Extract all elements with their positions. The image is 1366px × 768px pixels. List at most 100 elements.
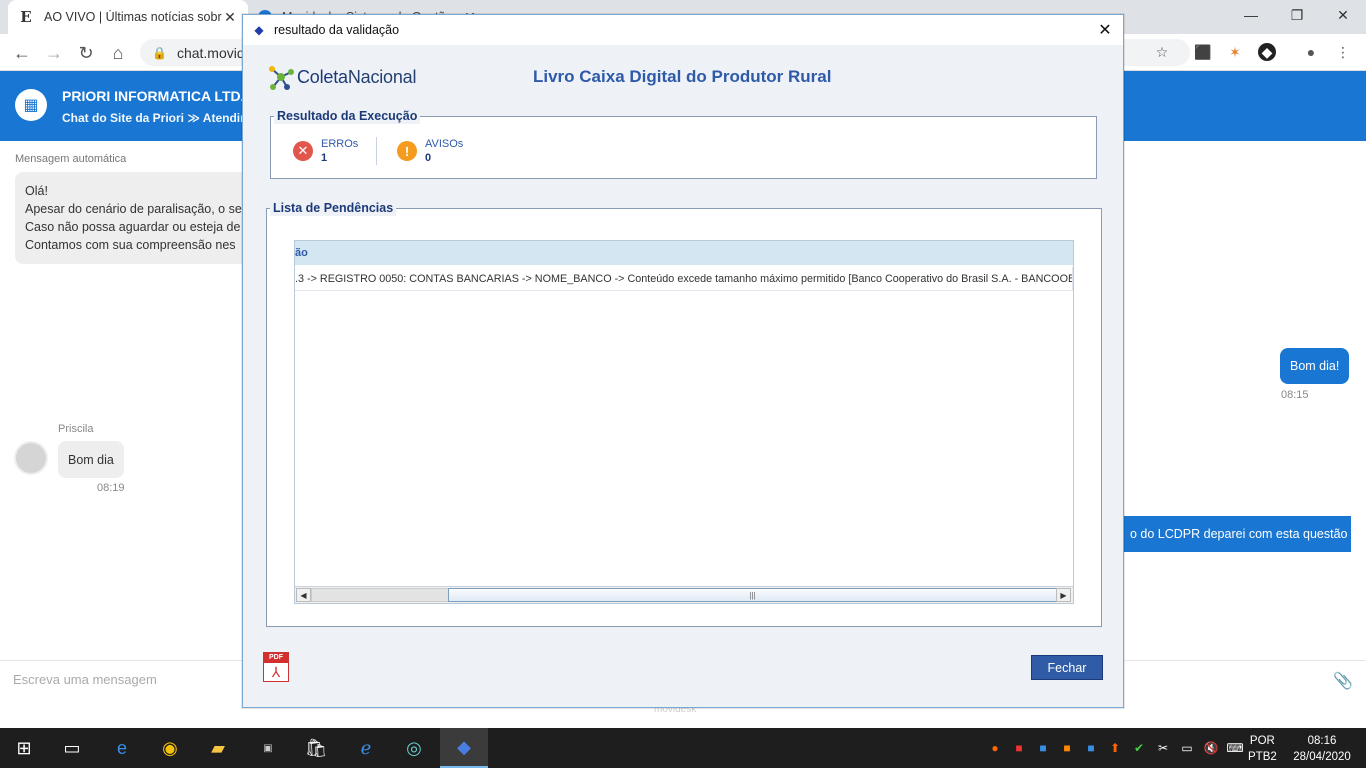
message-time: 08:15 [1281, 389, 1309, 401]
receita-diamond-icon: ◆ [254, 23, 264, 37]
close-icon[interactable]: ✕ [1095, 20, 1115, 40]
layout-code: PTB2 [1248, 751, 1277, 763]
bot-line: Apesar do cenário de paralisação, o se [25, 202, 242, 216]
company-name: PRIORI INFORMATICA LTDA [62, 88, 251, 104]
acrobat-symbol-icon: ⅄ [271, 664, 281, 680]
bookmark-star-icon[interactable]: ☆ [1153, 43, 1171, 61]
close-window-icon[interactable]: ✕ [1320, 0, 1366, 30]
attach-icon[interactable]: 📎 [1333, 671, 1353, 691]
input-language[interactable]: POR PTB2 [1248, 733, 1277, 765]
pdf-label: PDF [264, 653, 288, 663]
windows-taskbar: ⊞ ▭ e ◉ ▰ ▣ 🛍 ℯ ◎ ◆ ● ■ ■ ■ ■ ⬆ ✔ ✂ ▭ 🔇 … [0, 728, 1366, 768]
lock-icon: 🔒 [152, 45, 167, 60]
tray-app-icon[interactable]: ■ [1058, 739, 1076, 757]
lang-code: POR [1249, 735, 1275, 747]
profile-icon[interactable]: ● [1302, 43, 1320, 61]
window-controls: — ❐ ✕ [1228, 0, 1366, 34]
table-header[interactable]: ão [295, 241, 1073, 265]
agent-message-bubble: Bom dia [58, 441, 124, 478]
estadao-favicon-icon: E [20, 8, 32, 26]
menu-icon[interactable]: ⋮ [1334, 43, 1352, 61]
tab-noticias[interactable]: E AO VIVO | Últimas notícias sobre ✕ [8, 0, 248, 34]
tray-app-icon[interactable]: ■ [1010, 739, 1028, 757]
breadcrumb[interactable]: Chat do Site da Priori ≫ Atendim [62, 111, 251, 125]
security-icon[interactable]: ✔ [1130, 739, 1148, 757]
dialog-title: resultado da validação [274, 23, 400, 37]
divider [376, 137, 377, 165]
errors-label: ERROs [321, 138, 359, 150]
validation-result-dialog: ◆ resultado da validação ✕ ColetaNaciona… [242, 14, 1124, 708]
app-title: Livro Caixa Digital do Produtor Rural [533, 67, 832, 86]
execution-result-fieldset: Resultado da Execução ✕ ERROs 1 ! AVISOs… [270, 108, 1097, 179]
user-message-bubble: Bom dia! [1280, 348, 1350, 384]
pending-list-fieldset: Lista de Pendências ão .3 -> REGISTRO 00… [266, 200, 1102, 627]
acrobat-extension-icon[interactable]: ⬛ [1194, 43, 1212, 61]
scroll-thumb[interactable]: ||| [448, 588, 1057, 602]
bot-line: Caso não possa aguardar ou esteja de [25, 220, 241, 234]
avatar [14, 441, 48, 475]
scroll-right-icon[interactable]: ▶ [1056, 588, 1071, 602]
fieldset-legend: Lista de Pendências [270, 200, 397, 216]
chrome-icon[interactable]: ◉ [146, 728, 194, 768]
bot-line: Olá! [25, 184, 48, 198]
pdf-export-icon[interactable]: PDF ⅄ [263, 652, 289, 682]
table-row[interactable]: .3 -> REGISTRO 0050: CONTAS BANCARIAS ->… [295, 267, 1073, 291]
fieldset-legend: Resultado da Execução [274, 108, 421, 124]
errors-summary: ✕ ERROs 1 [293, 137, 358, 165]
sistema-app-icon[interactable]: ▣ [244, 728, 292, 768]
close-tab-icon[interactable]: ✕ [222, 9, 238, 26]
system-clock[interactable]: 08:16 28/04/2020 [1290, 733, 1354, 765]
edge-icon[interactable]: e [98, 728, 146, 768]
clock-time: 08:16 [1307, 735, 1337, 747]
extension-dark-icon[interactable]: ◆ [1258, 43, 1276, 61]
warnings-label: AVISOs [425, 138, 464, 150]
internet-explorer-icon[interactable]: ℯ [342, 728, 390, 768]
scroll-left-icon[interactable]: ◀ [296, 588, 311, 602]
auto-message-label: Mensagem automática [15, 153, 127, 165]
home-icon[interactable]: ⌂ [107, 42, 129, 64]
close-button[interactable]: Fechar [1031, 655, 1103, 680]
file-explorer-icon[interactable]: ▰ [194, 728, 242, 768]
error-icon: ✕ [293, 141, 313, 161]
message-input[interactable]: Escreva uma mensagem [13, 672, 157, 687]
scroll-track[interactable] [311, 588, 449, 602]
task-view-icon[interactable]: ▭ [48, 728, 96, 768]
upload-icon[interactable]: ⬆ [1106, 739, 1124, 757]
back-icon[interactable]: ← [11, 42, 33, 64]
forward-icon[interactable]: → [43, 42, 65, 64]
warning-icon: ! [397, 141, 417, 161]
volume-muted-icon[interactable]: 🔇 [1202, 739, 1220, 757]
extension-icon[interactable]: ✶ [1226, 43, 1244, 61]
warnings-count: 0 [425, 152, 432, 164]
store-icon[interactable]: 🛍 [292, 728, 340, 768]
bot-line: Contamos com sua compreensão nes [25, 238, 236, 252]
restore-icon[interactable]: ❐ [1274, 0, 1320, 30]
logo-text-a: Coleta [297, 66, 348, 87]
horizontal-scrollbar[interactable]: ◀ ||| ▶ [295, 586, 1073, 603]
bot-message-bubble: Olá! Apesar do cenário de paralisação, o… [15, 172, 255, 264]
keyboard-icon[interactable]: ⌨ [1226, 739, 1244, 757]
logo-text-b: Nacional [347, 66, 417, 87]
pending-table[interactable]: ão .3 -> REGISTRO 0050: CONTAS BANCARIAS… [294, 240, 1074, 604]
tray-app-icon[interactable]: ■ [1034, 739, 1052, 757]
warnings-summary: ! AVISOs 0 [397, 137, 463, 165]
user-message-bubble: o do LCDPR deparei com esta questão [1110, 516, 1351, 552]
reload-icon[interactable]: ↻ [75, 42, 97, 64]
tab-title: AO VIVO | Últimas notícias sobre [44, 10, 222, 24]
url-text: chat.movid [176, 44, 245, 61]
agent-name: Priscila [58, 423, 94, 435]
logo-text: ColetaNacional [297, 67, 416, 88]
receita-app-icon[interactable]: ◆ [440, 728, 488, 768]
coleta-nacional-logo: ColetaNacional [267, 63, 416, 91]
app-icon[interactable]: ◎ [390, 728, 438, 768]
minimize-icon[interactable]: — [1228, 0, 1274, 30]
errors-count: 1 [321, 152, 328, 164]
company-building-icon: ▦ [15, 89, 47, 121]
tray-app-icon[interactable]: ● [986, 739, 1004, 757]
network-icon[interactable]: ▭ [1178, 739, 1196, 757]
dialog-titlebar: ◆ resultado da validação ✕ [243, 15, 1123, 45]
tray-app-icon[interactable]: ■ [1082, 739, 1100, 757]
clock-date: 28/04/2020 [1293, 751, 1351, 763]
windows-start-icon[interactable]: ⊞ [0, 728, 48, 768]
network-tool-icon[interactable]: ✂ [1154, 739, 1172, 757]
